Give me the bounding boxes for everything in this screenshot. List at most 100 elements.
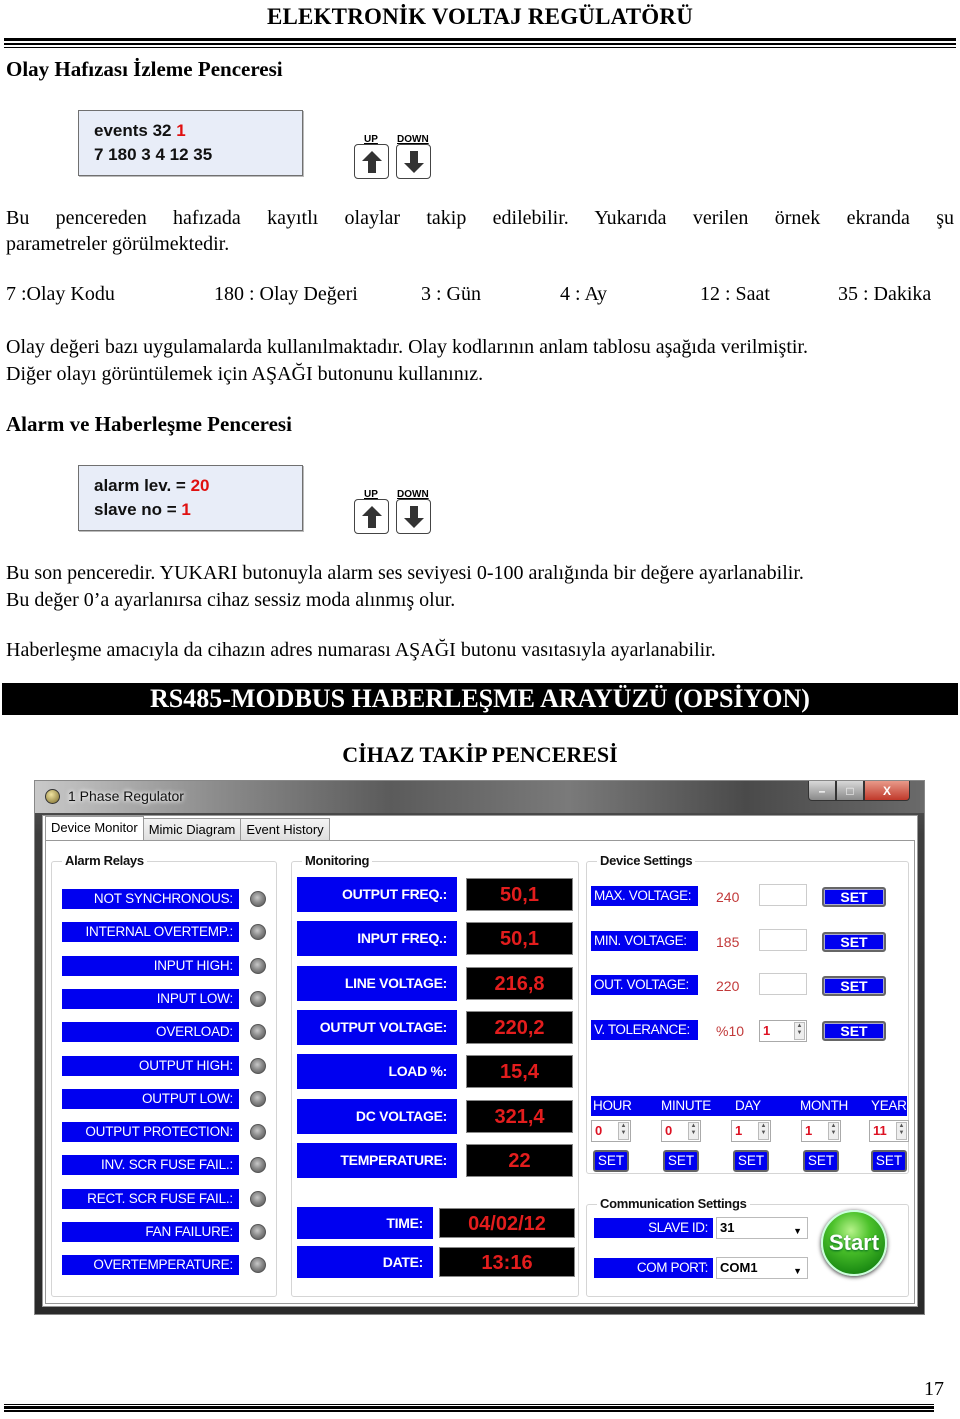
- alarm-section-heading: Alarm ve Haberleşme Penceresi: [6, 412, 292, 436]
- events-lcd-display: events 32 1 7 180 3 4 12 35: [78, 110, 303, 176]
- alarm-relay-label: RECT. SCR FUSE FAIL.:: [62, 1188, 239, 1209]
- alarm-paragraph-line2: Bu değer 0’a ayarlanırsa cihaz sessiz mo…: [6, 589, 456, 611]
- device-settings-title: Device Settings: [597, 853, 696, 868]
- time-field-spinner[interactable]: 1 ▲ ▼: [731, 1120, 771, 1142]
- event-section-heading: Olay Hafızası İzleme Penceresi: [6, 57, 283, 81]
- tolerance-spinner[interactable]: 1 ▲ ▼: [759, 1019, 807, 1042]
- arrow-up-icon: [361, 505, 382, 528]
- day-header: DAY: [735, 1098, 761, 1113]
- spinner-arrows-icon[interactable]: ▲ ▼: [758, 1122, 769, 1140]
- monitoring-value-display: 220,2: [466, 1010, 573, 1044]
- time-set-button[interactable]: SET: [733, 1150, 769, 1172]
- legend-event-value: 180 : Olay Değeri: [214, 283, 358, 305]
- legend-hour: 12 : Saat: [700, 283, 770, 305]
- slave-id-dropdown[interactable]: 31 ▼: [716, 1217, 808, 1239]
- start-button[interactable]: Start: [821, 1210, 887, 1276]
- alarm-led-indicator: [250, 990, 266, 1007]
- month-header: MONTH: [800, 1098, 848, 1113]
- time-field-spinner[interactable]: 11 ▲ ▼: [869, 1120, 909, 1142]
- app-window: 1 Phase Regulator – □ X Device Monitor M…: [34, 780, 925, 1315]
- tolerance-spinner-value: 1: [763, 1022, 771, 1038]
- alarm-led-indicator: [250, 1057, 266, 1074]
- event-value-paragraph-line1: Olay değeri bazı uygulamalarda kullanılm…: [6, 336, 808, 358]
- app-icon: [45, 789, 60, 804]
- time-set-button[interactable]: SET: [871, 1150, 907, 1172]
- alarm-led-indicator: [250, 1190, 266, 1207]
- alarm-paragraph-line1: Bu son penceredir. YUKARI butonuyla alar…: [6, 562, 804, 584]
- legend-day: 3 : Gün: [421, 283, 481, 305]
- maximize-button[interactable]: □: [836, 781, 864, 801]
- spinner-arrows-icon[interactable]: ▲ ▼: [618, 1122, 629, 1140]
- time-set-button[interactable]: SET: [803, 1150, 839, 1172]
- legend-minute: 35 : Dakika: [838, 283, 932, 305]
- time-settings-header: HOUR MINUTE DAY MONTH YEAR: [591, 1096, 907, 1116]
- date-display: 13:16: [439, 1247, 575, 1277]
- legend-event-code: 7 :Olay Kodu: [6, 283, 115, 305]
- event-paragraph-line1: Bu pencereden hafızada kayıtlı olaylar t…: [6, 207, 954, 229]
- window-title: 1 Phase Regulator: [68, 788, 184, 804]
- spinner-arrows-icon[interactable]: ▲ ▼: [688, 1122, 699, 1140]
- client-area: Device Monitor Mimic Diagram Event Histo…: [42, 815, 918, 1307]
- setting-label: MAX. VOLTAGE:: [591, 886, 698, 906]
- time-field-spinner[interactable]: 0 ▲ ▼: [591, 1120, 631, 1142]
- monitoring-value-display: 22: [466, 1143, 573, 1177]
- time-field-value: 1: [805, 1123, 813, 1138]
- alarm-relays-title: Alarm Relays: [62, 853, 147, 868]
- monitoring-value-display: 216,8: [466, 966, 573, 1000]
- setting-input[interactable]: [759, 928, 807, 951]
- spinner-arrows-icon[interactable]: ▲ ▼: [896, 1122, 907, 1140]
- monitor-heading: CİHAZ TAKİP PENCERESİ: [342, 742, 618, 767]
- alarm-relay-label: OUTPUT LOW:: [62, 1088, 239, 1109]
- alarm-relay-label: NOT SYNCHRONOUS:: [62, 889, 239, 909]
- com-port-dropdown[interactable]: COM1 ▼: [716, 1257, 808, 1279]
- up-button[interactable]: [354, 144, 389, 179]
- alarm-level-label: alarm lev. =: [94, 476, 191, 495]
- arrow-down-icon: [403, 505, 424, 528]
- time-field-spinner[interactable]: 1 ▲ ▼: [801, 1120, 841, 1142]
- down-button[interactable]: [396, 144, 431, 179]
- monitoring-value-display: 50,1: [466, 922, 573, 956]
- alarm-led-indicator: [250, 1224, 266, 1240]
- set-button[interactable]: SET: [822, 931, 886, 952]
- set-button[interactable]: SET: [822, 887, 886, 907]
- monitoring-label: TEMPERATURE:: [297, 1142, 457, 1178]
- time-label: TIME:: [297, 1207, 433, 1239]
- setting-current-value: 240: [716, 889, 740, 905]
- close-button[interactable]: X: [864, 781, 910, 801]
- time-field-spinner[interactable]: 0 ▲ ▼: [661, 1120, 701, 1142]
- legend-month: 4 : Ay: [560, 283, 608, 305]
- up-button[interactable]: [354, 499, 389, 534]
- hour-header: HOUR: [593, 1098, 632, 1113]
- alarm-lcd-display: alarm lev. = 20 slave no = 1: [78, 465, 303, 531]
- setting-input[interactable]: [759, 973, 807, 995]
- chevron-down-icon: ▼: [793, 1266, 802, 1276]
- setting-input[interactable]: [759, 884, 807, 906]
- minimize-button[interactable]: –: [808, 781, 836, 801]
- time-set-button[interactable]: SET: [663, 1150, 699, 1172]
- tab-strip: Device Monitor Mimic Diagram Event Histo…: [45, 816, 330, 842]
- events-index: 1: [176, 121, 186, 140]
- event-value-paragraph-line2: Diğer olayı görüntülemek için AŞAĞI buto…: [6, 363, 484, 385]
- down-button[interactable]: [396, 499, 431, 534]
- setting-current-value: 185: [716, 933, 740, 950]
- alarm-relay-label: INTERNAL OVERTEMP.:: [62, 922, 239, 943]
- monitoring-value-display: 321,4: [466, 1099, 573, 1133]
- spinner-arrows-icon[interactable]: ▲ ▼: [794, 1021, 805, 1040]
- time-set-button[interactable]: SET: [593, 1150, 629, 1172]
- minute-header: MINUTE: [661, 1098, 711, 1113]
- device-monitor-pane: Alarm Relays Monitoring TIME: 04/02/12 D…: [45, 840, 915, 1304]
- tab-mimic-diagram[interactable]: Mimic Diagram: [142, 818, 242, 840]
- document-title: ELEKTRONİK VOLTAJ REGÜLATÖRÜ: [266, 4, 694, 29]
- set-button[interactable]: SET: [822, 976, 886, 996]
- setting-label: V. TOLERANCE:: [591, 1019, 698, 1040]
- alarm-relay-label: OUTPUT HIGH:: [62, 1055, 239, 1076]
- set-button[interactable]: SET: [822, 1020, 886, 1041]
- alarm-level-value: 20: [190, 476, 210, 495]
- spinner-arrows-icon[interactable]: ▲ ▼: [828, 1122, 839, 1140]
- time-display: 04/02/12: [439, 1208, 575, 1238]
- page-number: 17: [924, 1378, 944, 1400]
- monitoring-title: Monitoring: [302, 853, 373, 868]
- tab-event-history[interactable]: Event History: [240, 818, 330, 840]
- year-header: YEAR: [871, 1098, 907, 1113]
- tab-device-monitor[interactable]: Device Monitor: [45, 816, 144, 840]
